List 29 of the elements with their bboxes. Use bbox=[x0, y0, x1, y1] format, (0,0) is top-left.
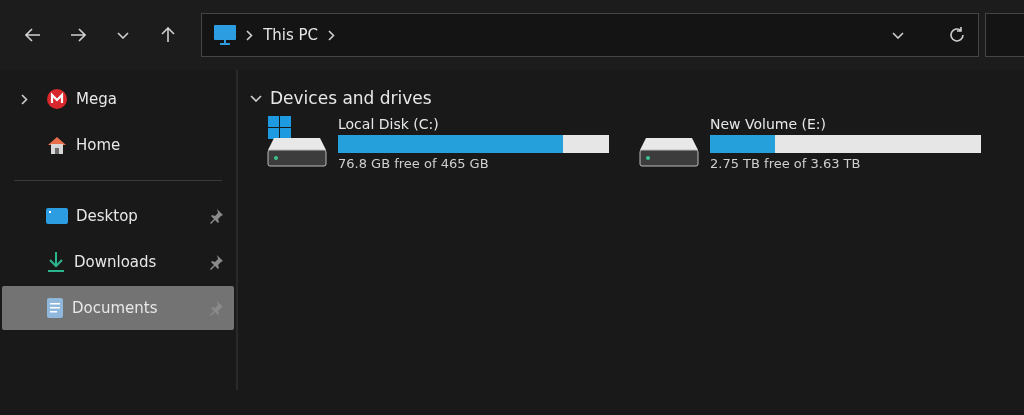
chevron-down-icon bbox=[891, 31, 904, 39]
document-icon bbox=[46, 297, 64, 319]
free-space-label: 76.8 GB free of 465 GB bbox=[338, 156, 490, 171]
pin-icon[interactable] bbox=[208, 254, 224, 270]
drive-name[interactable]: New Volume (E:) bbox=[710, 116, 981, 132]
m-logo-icon bbox=[46, 88, 68, 110]
search-field[interactable] bbox=[984, 13, 1024, 57]
drive-name[interactable]: Local Disk (C:) bbox=[338, 116, 609, 132]
chevron-down-icon bbox=[116, 31, 129, 39]
sidebar-item[interactable]: Desktop bbox=[2, 194, 234, 238]
left-arrow-icon bbox=[24, 27, 41, 43]
chevron-right-icon bbox=[328, 29, 336, 41]
sidebar-item[interactable]: Mega bbox=[2, 77, 234, 121]
sidebar-item[interactable]: Documents bbox=[2, 286, 234, 330]
desktop-icon bbox=[46, 207, 68, 225]
sidebar-item[interactable]: Home bbox=[2, 123, 234, 167]
sidebar-item[interactable]: Downloads bbox=[2, 240, 234, 284]
chevron-right-icon bbox=[246, 29, 254, 41]
house-icon bbox=[46, 134, 68, 156]
up-arrow-icon bbox=[159, 27, 176, 43]
right-arrow-icon bbox=[69, 27, 86, 43]
free-space-label: 2.75 TB free of 3.63 TB bbox=[710, 156, 862, 171]
download-icon bbox=[46, 251, 66, 273]
breadcrumb[interactable]: This PC bbox=[263, 26, 319, 44]
pin-icon[interactable] bbox=[208, 208, 224, 224]
refresh-icon[interactable] bbox=[947, 26, 966, 44]
address-bar[interactable]: This PC bbox=[201, 13, 979, 57]
section-header[interactable]: Devices and drives bbox=[250, 88, 432, 108]
monitor-icon bbox=[214, 25, 237, 45]
